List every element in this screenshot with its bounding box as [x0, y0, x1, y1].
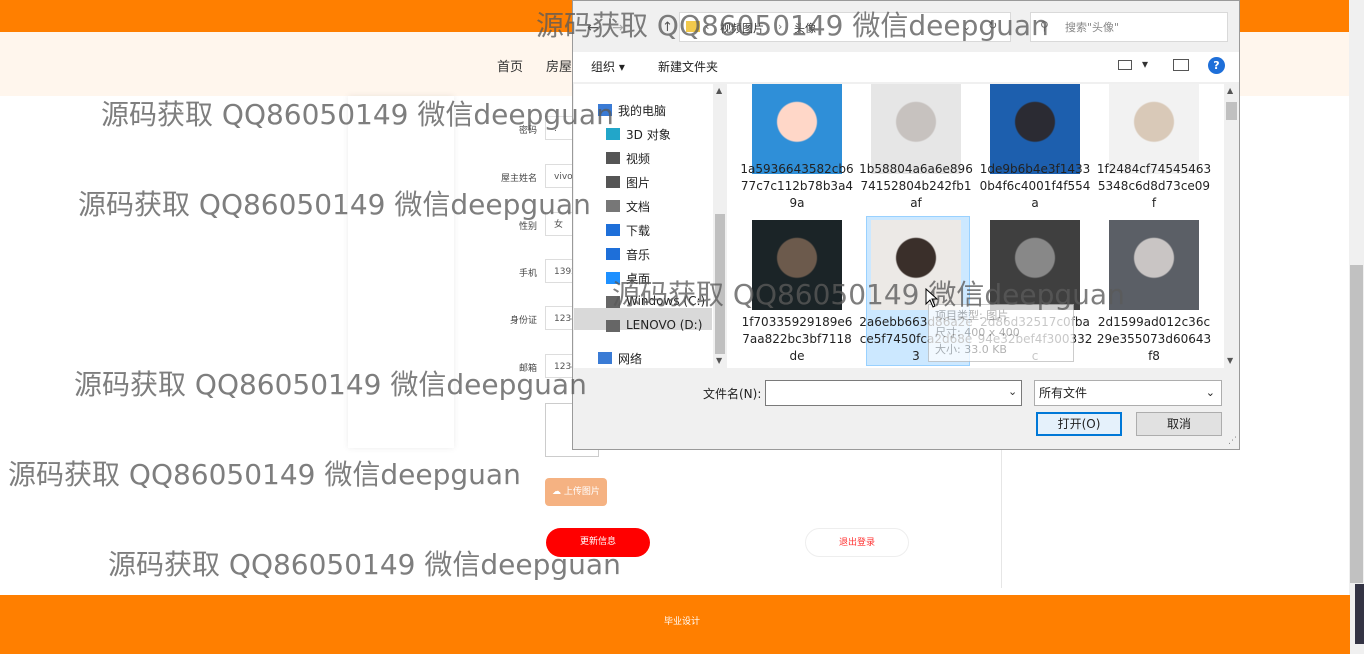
view-mode-icon[interactable] [1118, 60, 1132, 70]
watermark: 源码获取 QQ86050149 微信deepguan [8, 458, 521, 491]
resize-grip-icon[interactable]: ⋰ [1228, 436, 1237, 446]
drive-icon [606, 320, 620, 332]
scroll-up-icon[interactable]: ▲ [716, 86, 722, 95]
search-input[interactable]: 搜索"头像" [1030, 12, 1228, 42]
organize-menu[interactable]: 组织 ▾ [591, 58, 625, 75]
watermark: 源码获取 QQ86050149 微信deepguan [74, 368, 587, 401]
help-icon[interactable]: ? [1208, 57, 1225, 74]
scroll-down-icon[interactable]: ▼ [716, 356, 722, 365]
upload-image-button[interactable]: ☁ 上传图片 [545, 478, 607, 506]
watermark: 源码获取 QQ86050149 微信deepguan [536, 9, 1049, 42]
video-icon [606, 152, 620, 164]
tooltip-filesize: 大小: 33.0 KB [935, 343, 1007, 356]
nav-item[interactable]: LENOVO (D:) [626, 318, 702, 332]
nav-item[interactable]: 图片 [626, 174, 650, 191]
caret-down-icon[interactable]: ▾ [1142, 57, 1148, 71]
filter-value: 所有文件 [1039, 386, 1088, 400]
nav-home[interactable]: 首页 [497, 56, 523, 75]
filename-input[interactable] [765, 380, 1022, 406]
phone-label: 手机 [518, 269, 537, 279]
nav-item[interactable]: 视频 [626, 150, 650, 167]
watermark: 源码获取 QQ86050149 微信deepguan [101, 98, 614, 131]
watermark: 源码获取 QQ86050149 微信deepguan [612, 278, 1125, 311]
nav-item[interactable]: 网络 [618, 350, 642, 367]
footer-text: 毕业设计 [663, 617, 700, 627]
file-name[interactable]: 1de9b6b4e3f14330b4f6c4001f4f554a [977, 161, 1093, 212]
organize-label: 组织 [591, 60, 616, 74]
files-scrollbar-track[interactable] [1224, 84, 1239, 368]
chevron-down-icon[interactable]: ⌄ [1008, 385, 1017, 398]
scroll-up-icon[interactable]: ▲ [1227, 86, 1233, 95]
scroll-down-icon[interactable]: ▼ [1227, 356, 1233, 365]
watermark: 源码获取 QQ86050149 微信deepguan [78, 188, 591, 221]
file-name[interactable]: 1a5936643582cb677c7c112b78b3a49a [739, 161, 855, 212]
nav-item[interactable]: 3D 对象 [626, 126, 671, 143]
new-folder-button[interactable]: 新建文件夹 [658, 58, 718, 75]
id-card-label: 身份证 [509, 316, 537, 326]
network-icon [598, 352, 612, 364]
tooltip-size: 尺寸: 400 x 400 [935, 326, 1020, 339]
chevron-down-icon: ⌄ [1205, 386, 1215, 399]
nav-item[interactable]: 我的电脑 [618, 102, 666, 119]
download-icon [606, 224, 620, 236]
file-type-filter[interactable]: 所有文件 ⌄ [1034, 380, 1222, 406]
file-name[interactable]: 2d1599ad012c36c29e355073d60643f8 [1096, 314, 1212, 365]
nav-item[interactable]: 文档 [626, 198, 650, 215]
mouse-pointer-icon [925, 288, 939, 308]
file-name[interactable]: 1b58804a6a6e89674152804b242fb1af [858, 161, 974, 212]
preview-pane-icon[interactable] [1173, 59, 1189, 71]
logout-button[interactable]: 退出登录 [805, 528, 909, 557]
upload-label: 上传图片 [563, 487, 600, 497]
open-button[interactable]: 打开(O) [1036, 412, 1122, 436]
music-icon [606, 248, 620, 260]
taskbar-corner [1355, 584, 1364, 644]
cloud-upload-icon: ☁ [552, 487, 562, 497]
file-name[interactable]: 1f70335929189e67aa822bc3bf7118de [739, 314, 855, 365]
files-scrollbar-thumb[interactable] [1226, 102, 1237, 120]
filename-label: 文件名(N): [703, 387, 762, 401]
divider [1001, 450, 1002, 588]
nav-item[interactable]: 下载 [626, 222, 650, 239]
page-scrollbar-thumb[interactable] [1350, 265, 1363, 583]
caret-down-icon: ▾ [618, 60, 625, 74]
document-icon [606, 200, 620, 212]
picture-icon [606, 176, 620, 188]
cancel-button[interactable]: 取消 [1136, 412, 1222, 436]
file-name[interactable]: 1f2484cf745454635348c6d8d73ce09f [1096, 161, 1212, 212]
nav-item[interactable]: 音乐 [626, 246, 650, 263]
nav-house[interactable]: 房屋 [546, 56, 572, 75]
watermark: 源码获取 QQ86050149 微信deepguan [108, 548, 621, 581]
